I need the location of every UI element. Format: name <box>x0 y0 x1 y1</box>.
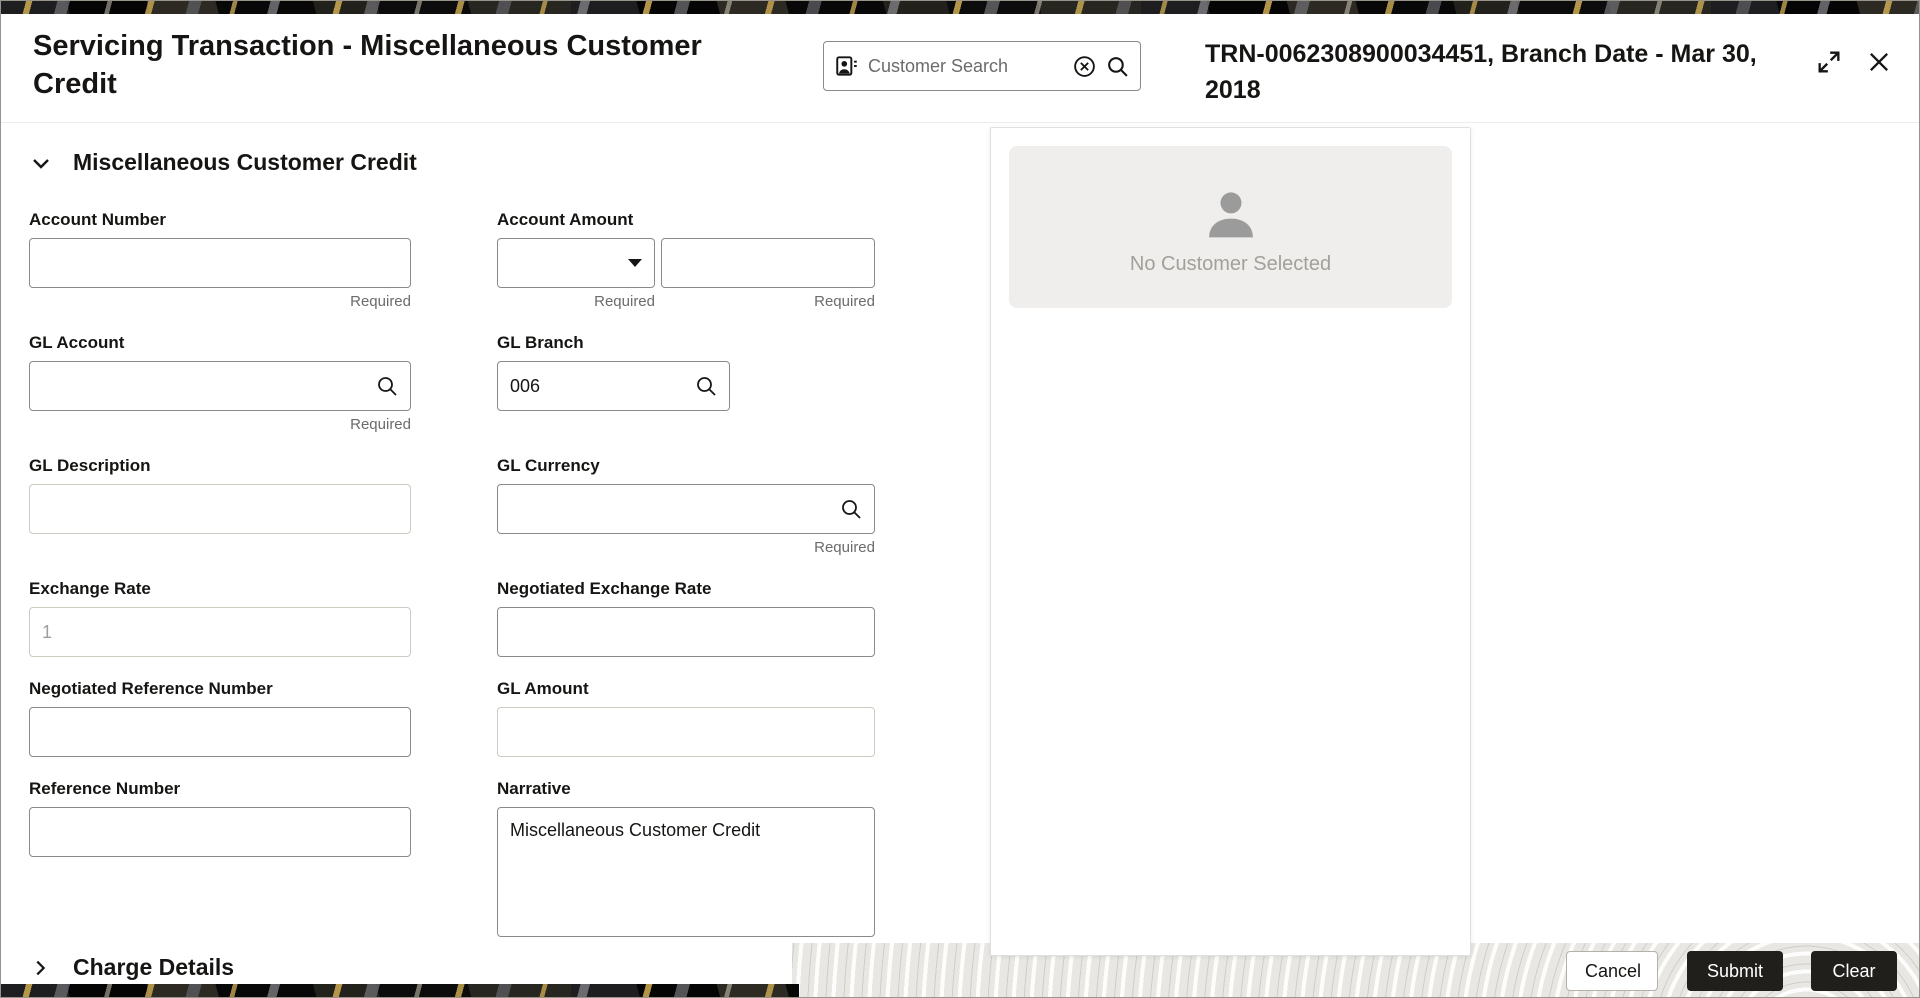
no-customer-text: No Customer Selected <box>1130 253 1331 276</box>
gl-amount-input <box>497 707 875 757</box>
reference-number-input[interactable] <box>29 807 411 857</box>
expand-icon[interactable] <box>1815 48 1843 76</box>
gl-description-input <box>29 484 411 534</box>
account-amount-currency-select[interactable] <box>497 238 655 288</box>
exchange-rate-label: Exchange Rate <box>29 579 411 599</box>
close-icon[interactable] <box>1865 48 1893 76</box>
field-negotiated-reference-number: Negotiated Reference Number <box>29 679 411 757</box>
account-amount-input[interactable] <box>661 238 875 288</box>
gl-account-input[interactable] <box>29 361 411 411</box>
form-area: Miscellaneous Customer Credit Account Nu… <box>29 149 879 981</box>
gl-account-required-hint: Required <box>29 416 411 434</box>
gl-description-label: GL Description <box>29 456 411 476</box>
submit-button[interactable]: Submit <box>1687 951 1783 991</box>
account-amount-required-hint: Required <box>661 293 875 311</box>
search-icon[interactable] <box>1105 54 1130 79</box>
account-amount-label: Account Amount <box>497 210 875 230</box>
account-number-required-hint: Required <box>29 293 411 311</box>
field-exchange-rate: Exchange Rate <box>29 579 411 657</box>
customer-search-box <box>823 41 1141 91</box>
negotiated-exchange-rate-input[interactable] <box>497 607 875 657</box>
field-negotiated-exchange-rate: Negotiated Exchange Rate <box>497 579 875 657</box>
field-gl-account: GL Account Required <box>29 333 411 434</box>
gl-currency-required-hint: Required <box>497 539 875 557</box>
field-reference-number: Reference Number <box>29 779 411 942</box>
transaction-reference: TRN-0062308900034451, Branch Date - Mar … <box>1205 36 1775 109</box>
chevron-down-icon[interactable] <box>29 151 53 175</box>
section-header-misc-customer-credit[interactable]: Miscellaneous Customer Credit <box>29 149 879 176</box>
negotiated-reference-number-input[interactable] <box>29 707 411 757</box>
circle-x-icon[interactable] <box>1072 54 1097 79</box>
clear-button[interactable]: Clear <box>1811 951 1897 991</box>
cancel-button[interactable]: Cancel <box>1566 951 1658 991</box>
field-gl-amount: GL Amount <box>497 679 875 757</box>
customer-search-input[interactable] <box>868 56 1064 77</box>
field-account-amount: Account Amount Required Required <box>497 210 875 311</box>
form-grid: Account Number Required Account Amount <box>29 210 879 942</box>
field-gl-branch: GL Branch <box>497 333 875 434</box>
gl-currency-search-icon[interactable] <box>839 497 863 521</box>
gl-currency-label: GL Currency <box>497 456 875 476</box>
page-title: Servicing Transaction - Miscellaneous Cu… <box>33 28 773 103</box>
field-account-number: Account Number Required <box>29 210 411 311</box>
narrative-label: Narrative <box>497 779 875 799</box>
negotiated-exchange-rate-label: Negotiated Exchange Rate <box>497 579 875 599</box>
reference-number-label: Reference Number <box>29 779 411 799</box>
negotiated-reference-number-label: Negotiated Reference Number <box>29 679 411 699</box>
field-gl-currency: GL Currency Required <box>497 456 875 557</box>
bottom-decorative-strip <box>1 984 799 997</box>
caret-down-icon <box>628 259 642 267</box>
servicing-transaction-window: Servicing Transaction - Miscellaneous Cu… <box>0 0 1920 998</box>
gl-branch-search-icon[interactable] <box>694 374 718 398</box>
gl-branch-label: GL Branch <box>497 333 875 353</box>
exchange-rate-input <box>29 607 411 657</box>
gl-currency-input[interactable] <box>497 484 875 534</box>
field-narrative: Narrative Miscellaneous Customer Credit <box>497 779 875 942</box>
gl-account-search-icon[interactable] <box>375 374 399 398</box>
person-silhouette-icon <box>1196 179 1266 249</box>
no-customer-card: No Customer Selected <box>1009 146 1452 308</box>
gl-amount-label: GL Amount <box>497 679 875 699</box>
narrative-textarea[interactable]: Miscellaneous Customer Credit <box>497 807 875 937</box>
account-number-input[interactable] <box>29 238 411 288</box>
field-gl-description: GL Description <box>29 456 411 557</box>
section-title: Miscellaneous Customer Credit <box>73 149 417 176</box>
gl-account-label: GL Account <box>29 333 411 353</box>
person-icon <box>834 53 860 79</box>
top-decorative-strip <box>1 1 1919 14</box>
titlebar: Servicing Transaction - Miscellaneous Cu… <box>1 14 1919 123</box>
customer-panel: No Customer Selected <box>990 127 1471 956</box>
account-number-label: Account Number <box>29 210 411 230</box>
account-amount-currency-required-hint: Required <box>497 293 655 311</box>
